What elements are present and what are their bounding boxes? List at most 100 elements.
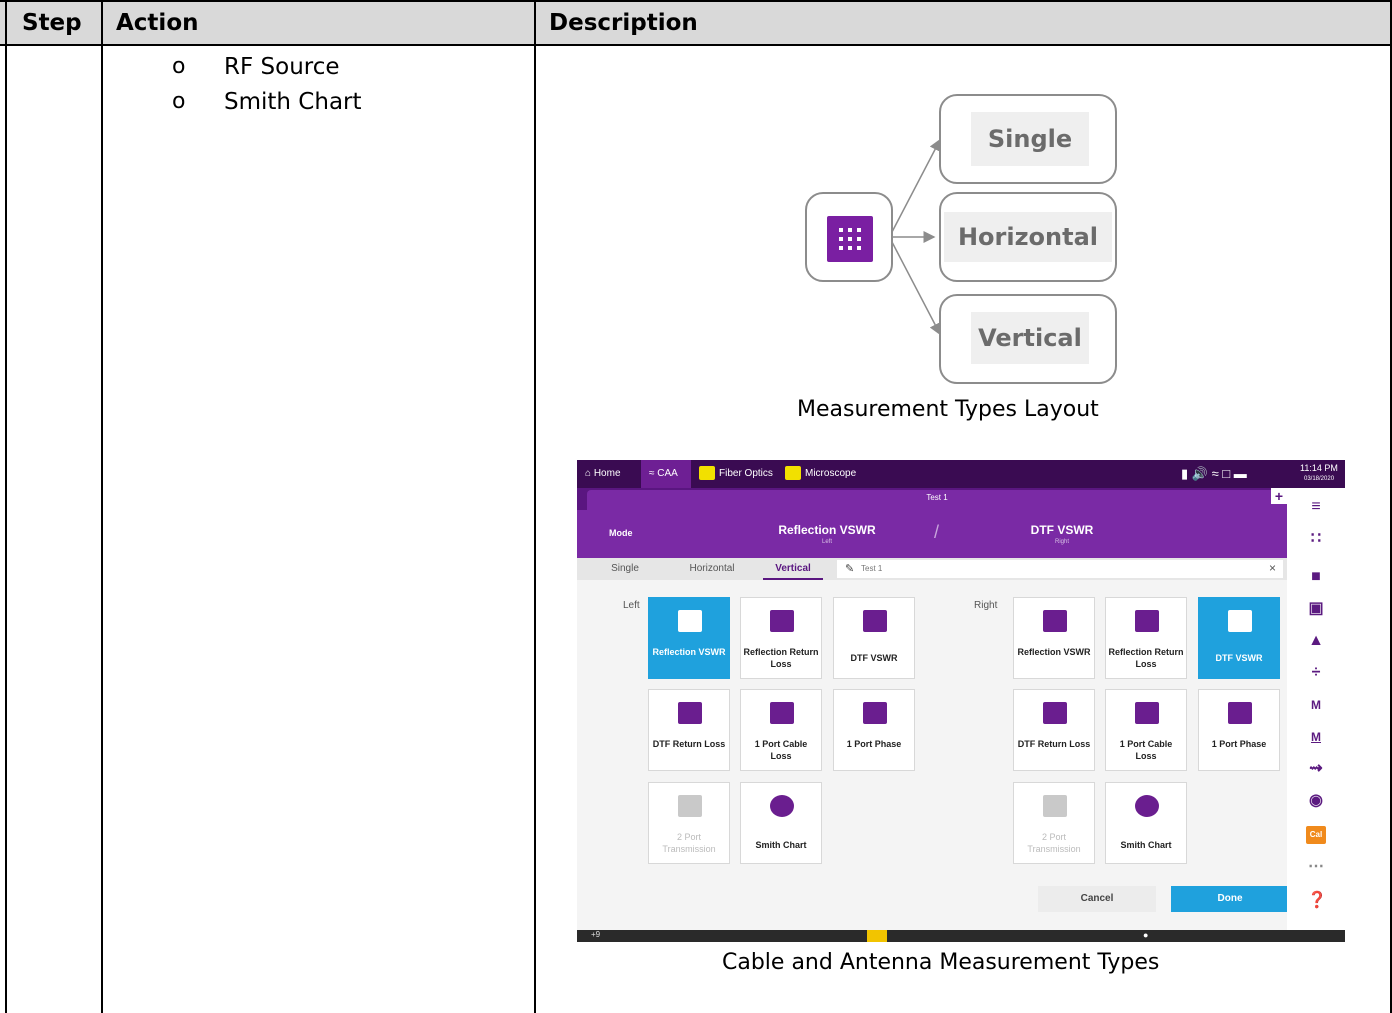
clear-icon[interactable]: ×	[1269, 561, 1276, 575]
reflection-vswr-icon	[1043, 610, 1067, 632]
transmission-icon	[678, 795, 702, 817]
tile-label: DTF VSWR	[850, 653, 898, 663]
menu-icon[interactable]: ≡	[1307, 498, 1325, 516]
fiber-label: Fiber Optics	[719, 468, 773, 479]
cancel-button[interactable]: Cancel	[1038, 886, 1156, 912]
measurement-selector: Left Right Reflection VSWR Reflection Re…	[577, 580, 1287, 930]
save-icon[interactable]: ▣	[1307, 600, 1325, 618]
layout-diagram-arrows	[891, 138, 941, 336]
right-mode-title[interactable]: DTF VSWR	[977, 523, 1147, 537]
tile-label: DTF VSWR	[1215, 653, 1263, 663]
left-tile-1-port-phase[interactable]: 1 Port Phase	[833, 689, 915, 771]
smith-chart-icon	[770, 795, 794, 817]
tile-label: Smith Chart	[1120, 840, 1172, 850]
smith-chart-icon	[1135, 795, 1159, 817]
marker-icon[interactable]: M	[1307, 728, 1325, 746]
dtf-return-loss-icon	[1043, 702, 1067, 724]
dtf-vswr-icon	[863, 610, 887, 632]
bottom-status-bar: +9 ●	[577, 930, 1345, 942]
dtf-vswr-icon	[1228, 610, 1252, 632]
left-tile-dtf-vswr[interactable]: DTF VSWR	[833, 597, 915, 679]
folder-icon[interactable]: ▲	[1307, 632, 1325, 650]
tile-label: 1 Port Cable Loss	[1119, 739, 1173, 761]
option-vertical: Vertical	[971, 312, 1089, 364]
left-tile-reflection-vswr[interactable]: Reflection VSWR	[648, 597, 730, 679]
right-tile-1-port-cable-loss[interactable]: 1 Port Cable Loss	[1105, 689, 1187, 771]
done-button[interactable]: Done	[1171, 886, 1289, 912]
option-single: Single	[971, 112, 1089, 166]
diagram-caption: Measurement Types Layout	[797, 397, 1099, 422]
microscope-icon	[785, 466, 801, 481]
tile-label: Reflection VSWR	[652, 647, 726, 657]
left-tile-1-port-cable-loss[interactable]: 1 Port Cable Loss	[740, 689, 822, 771]
home-tab[interactable]: ⌂ Home	[585, 460, 621, 488]
fiber-optics-tab[interactable]: Fiber Optics	[699, 460, 773, 488]
right-tile-reflection-return-loss[interactable]: Reflection Return Loss	[1105, 597, 1187, 679]
pencil-icon: ✎	[845, 563, 855, 575]
tab-horizontal[interactable]: Horizontal	[677, 558, 747, 580]
status-bar: ⌂ Home ≈ CAA Fiber Optics Microscope ▮ 🔊…	[577, 460, 1345, 488]
right-label: Right	[974, 600, 998, 611]
right-tile-1-port-phase[interactable]: 1 Port Phase	[1198, 689, 1280, 771]
dtf-return-loss-icon	[678, 702, 702, 724]
right-mode-sub: Right	[1054, 539, 1069, 545]
peak-icon[interactable]: ⇝	[1307, 760, 1325, 778]
left-tile-dtf-return-loss[interactable]: DTF Return Loss	[648, 689, 730, 771]
lock-icon[interactable]: ■	[1307, 568, 1325, 586]
right-tile-smith-chart[interactable]: Smith Chart	[1105, 782, 1187, 864]
home-label: Home	[593, 468, 621, 479]
caa-tab[interactable]: ≈ CAA	[649, 460, 678, 488]
mode-bar: Mode Reflection VSWR Left / DTF VSWR Rig…	[577, 510, 1287, 558]
test-tab[interactable]: Test 1	[587, 490, 1287, 510]
test-name-field[interactable]: ✎ Test 1 ×	[837, 560, 1283, 578]
cal-button[interactable]: Cal	[1306, 826, 1326, 844]
tile-label: 2 Port Transmission	[1027, 832, 1081, 854]
right-tile-dtf-vswr[interactable]: DTF VSWR	[1198, 597, 1280, 679]
left-mode-title[interactable]: Reflection VSWR	[727, 523, 927, 537]
help-icon[interactable]: ❓	[1307, 892, 1327, 910]
tile-label: Smith Chart	[755, 840, 807, 850]
divide-icon[interactable]: ÷	[1307, 664, 1325, 682]
left-tile-smith-chart[interactable]: Smith Chart	[740, 782, 822, 864]
left-label: Left	[623, 600, 640, 611]
tab-vertical[interactable]: Vertical	[763, 558, 823, 580]
left-mode-sub: Left	[821, 539, 832, 545]
more-icon[interactable]: ⋯	[1307, 858, 1325, 876]
screenshot-caption: Cable and Antenna Measurement Types	[722, 950, 1160, 975]
tile-label: 1 Port Phase	[846, 739, 902, 749]
left-tile-reflection-return-loss[interactable]: Reflection Return Loss	[740, 597, 822, 679]
transmission-icon	[1043, 795, 1067, 817]
warning-icon[interactable]	[867, 930, 887, 942]
right-tile-dtf-return-loss[interactable]: DTF Return Loss	[1013, 689, 1095, 771]
tab-single[interactable]: Single	[595, 558, 655, 580]
right-toolbar: ≡ ∷ ■ ▣ ▲ ÷ M M ⇝ ◉ Cal ⋯ ❓	[1287, 488, 1345, 942]
tile-label: Reflection Return Loss	[743, 647, 819, 669]
mode-label: Mode	[609, 528, 633, 538]
grid-layout-icon	[827, 216, 873, 262]
return-loss-icon	[770, 610, 794, 632]
mode-divider: /	[934, 522, 940, 542]
tile-label: DTF Return Loss	[1017, 739, 1091, 749]
tile-label: 1 Port Phase	[1211, 739, 1267, 749]
camera-icon[interactable]: ◉	[1307, 792, 1325, 810]
microscope-label: Microscope	[805, 468, 857, 479]
notification-count[interactable]: +9	[591, 930, 600, 939]
left-tile-2-port-transmission: 2 Port Transmission	[648, 782, 730, 864]
test-name-value: Test 1	[861, 564, 883, 573]
right-tile-2-port-transmission: 2 Port Transmission	[1013, 782, 1095, 864]
tile-label: 2 Port Transmission	[662, 832, 716, 854]
tile-label: DTF Return Loss	[652, 739, 726, 749]
layout-icon[interactable]: ∷	[1307, 530, 1325, 548]
reflection-vswr-icon	[678, 610, 702, 632]
layout-tab-bar: Single Horizontal Vertical ✎ Test 1 ×	[577, 558, 1287, 580]
location-icon[interactable]: ●	[1143, 930, 1148, 940]
tile-label: Reflection VSWR	[1017, 647, 1091, 657]
marker-down-icon[interactable]: M	[1307, 696, 1325, 714]
test-tab-label: Test 1	[926, 493, 948, 502]
status-icons: ▮ 🔊 ≈ □ ▬	[1181, 466, 1247, 481]
option-horizontal: Horizontal	[944, 212, 1112, 262]
add-tab-button[interactable]: +	[1271, 488, 1287, 504]
microscope-tab[interactable]: Microscope	[785, 460, 856, 488]
right-tile-reflection-vswr[interactable]: Reflection VSWR	[1013, 597, 1095, 679]
caa-label: CAA	[657, 468, 678, 479]
